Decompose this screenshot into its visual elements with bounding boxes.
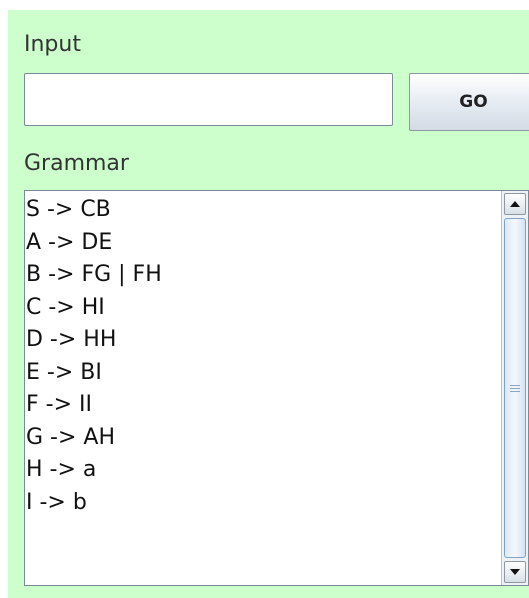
grammar-line: G -> AH [26,424,115,450]
scroll-up-button[interactable] [504,193,526,215]
scroll-thumb[interactable] [504,218,526,558]
main-panel: Input GO Grammar S -> CB A -> DE B -> FG… [8,10,529,598]
grammar-line: F -> II [26,392,92,417]
vertical-scrollbar[interactable] [501,191,528,585]
input-label: Input [24,32,81,57]
grammar-line: S -> CB [26,197,111,222]
grammar-line: A -> DE [26,229,113,255]
grammar-label: Grammar [24,151,129,176]
input-field[interactable] [24,73,393,126]
go-button[interactable]: GO [409,73,529,131]
down-arrow-icon [510,569,520,575]
grammar-textarea[interactable]: S -> CB A -> DE B -> FG | FH C -> HI D -… [24,190,529,586]
up-arrow-icon [510,201,520,207]
grammar-line: I -> b [26,489,87,515]
grammar-text: S -> CB A -> DE B -> FG | FH C -> HI D -… [26,194,162,519]
grammar-line: B -> FG | FH [26,262,162,287]
grammar-line: E -> BI [26,359,102,385]
grammar-line: H -> a [26,457,97,482]
grammar-line: D -> HH [26,327,117,352]
scroll-down-button[interactable] [504,561,526,583]
grammar-line: C -> HI [26,294,105,320]
